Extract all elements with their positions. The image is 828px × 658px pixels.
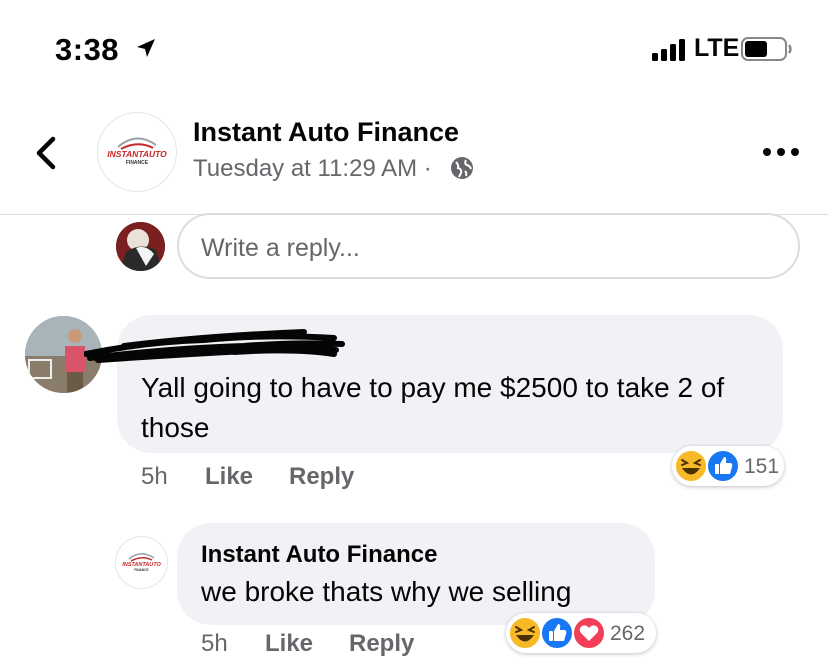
battery-icon <box>741 37 792 61</box>
reply-button[interactable]: Reply <box>349 630 414 658</box>
comment-bubble[interactable] <box>177 523 655 625</box>
reaction-summary[interactable]: 151 <box>672 446 784 486</box>
love-reaction-icon <box>572 616 606 650</box>
comment-age: 5h <box>201 630 228 657</box>
comment-age: 5h <box>141 463 168 490</box>
reaction-summary[interactable]: 262 <box>506 613 656 653</box>
network-type: LTE <box>694 34 740 62</box>
status-time: 3:38 <box>55 32 120 67</box>
location-arrow-icon <box>137 39 155 57</box>
page-name[interactable]: Instant Auto Finance <box>193 117 459 148</box>
reply-placeholder: Write a reply... <box>201 234 360 262</box>
globe-public-icon <box>451 157 473 179</box>
more-options-icon[interactable] <box>762 142 800 162</box>
haha-reaction-icon <box>508 616 542 650</box>
user-avatar <box>116 222 165 271</box>
reaction-count: 151 <box>744 455 780 478</box>
reaction-count: 262 <box>610 622 646 645</box>
like-button[interactable]: Like <box>205 463 253 491</box>
reply-button[interactable]: Reply <box>289 463 354 491</box>
back-chevron-icon[interactable] <box>34 136 58 170</box>
like-reaction-icon <box>540 616 574 650</box>
logo-text-bottom: FINANCE <box>126 160 149 166</box>
comment-text: Yall going to have to pay me $2500 to ta… <box>141 372 725 443</box>
redacted-author-name <box>84 329 345 363</box>
page-reply-avatar[interactable]: INSTANTAUTO FINANCE <box>115 536 168 589</box>
company-logo: INSTANTAUTO FINANCE <box>107 137 167 166</box>
comment-text: we broke thats why we selling <box>201 576 572 607</box>
logo-text-top: INSTANTAUTO <box>107 149 167 159</box>
like-button[interactable]: Like <box>265 630 313 658</box>
logo-text-bottom: FINANCE <box>134 568 148 572</box>
page-avatar[interactable]: INSTANTAUTO FINANCE <box>97 112 177 192</box>
signal-strength-icon <box>652 39 685 61</box>
haha-reaction-icon <box>674 449 708 483</box>
post-timestamp[interactable]: Tuesday at 11:29 AM · <box>193 155 432 183</box>
comment-author[interactable]: Instant Auto Finance <box>201 541 437 569</box>
like-reaction-icon <box>706 449 740 483</box>
